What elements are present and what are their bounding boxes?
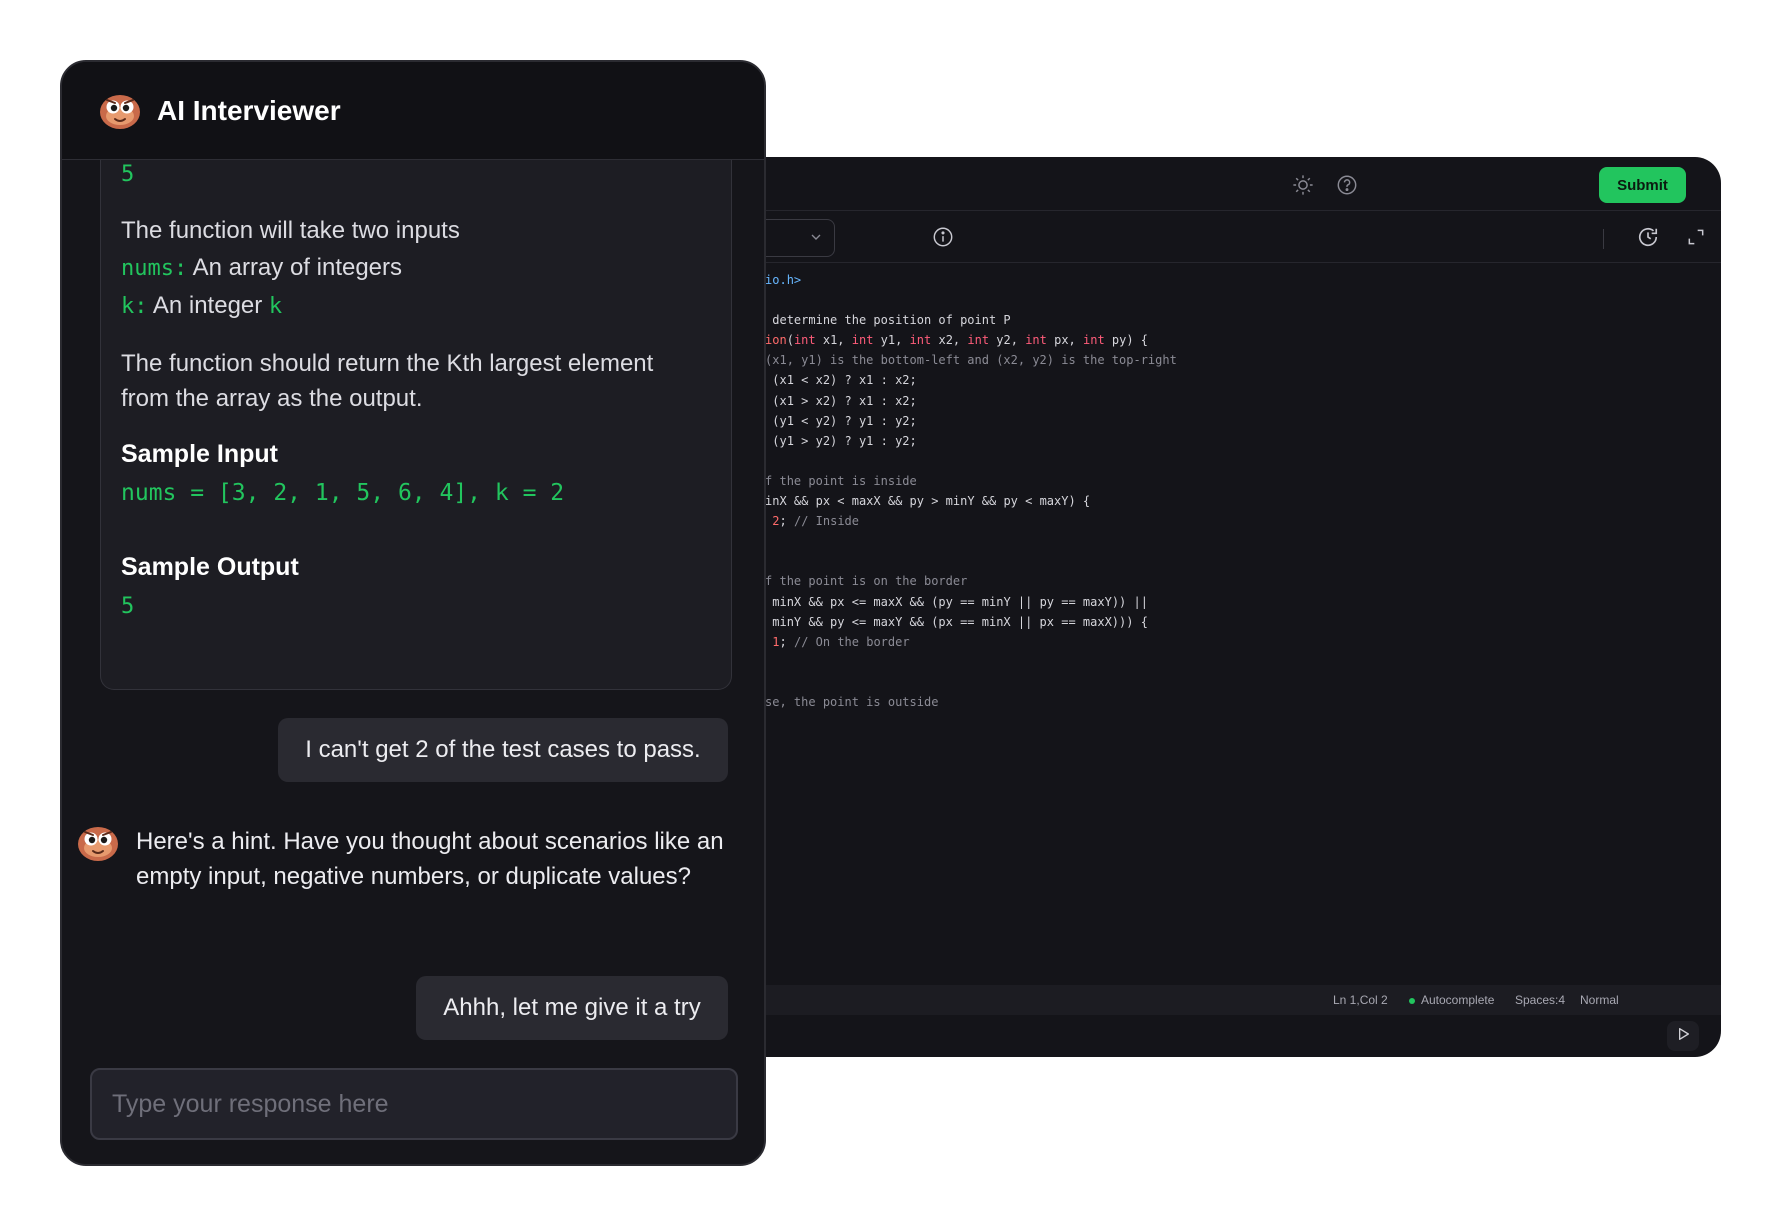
code-line: nt minX = (x1 < x2) ? x1 : x2;: [700, 373, 917, 388]
code-line: nt maxX = (x1 > x2) ? x1 : x2;: [700, 393, 917, 408]
cursor-position: Ln 1,Col 2: [1333, 993, 1388, 1007]
problem-intro: The function will take two inputs: [121, 217, 460, 244]
code-line: eturn 0;: [700, 712, 1721, 732]
param-name: nums:: [121, 256, 188, 281]
indentation-setting[interactable]: Spaces:4: [1515, 993, 1565, 1007]
submit-button[interactable]: Submit: [1599, 167, 1686, 203]
code-line: f (px > minX && px < maxX && py > minY &…: [700, 494, 1091, 509]
autocomplete-status[interactable]: Autocomplete: [1409, 993, 1494, 1007]
sun-icon[interactable]: [1290, 172, 1316, 198]
chat-title: AI Interviewer: [157, 95, 341, 126]
sample-input-heading: Sample Input: [121, 440, 278, 468]
sample-input-value: nums = [3, 2, 1, 5, 6, 4], k = 2: [121, 480, 565, 506]
return-description-line2: from the array as the output.: [121, 385, 423, 412]
user-message: Ahhh, let me give it a try: [416, 976, 728, 1040]
history-icon[interactable]: [1635, 224, 1661, 250]
problem-top-value: 5: [121, 162, 135, 187]
problem-statement-card: 5 The function will take two inputs nums…: [100, 160, 732, 690]
chevron-down-icon: [808, 229, 824, 250]
sample-output-value: 5: [121, 594, 135, 619]
code-line: / Check if the point is inside: [700, 473, 917, 488]
editor-mode[interactable]: Normal: [1580, 993, 1619, 1007]
code-line: lude <stdio.h>: [700, 273, 802, 287]
param-k: k: An integer k: [121, 288, 282, 324]
chat-header: AI Interviewer: [62, 62, 764, 160]
code-line: f ((px >= minX && px <= maxX && (py == m…: [700, 594, 1148, 609]
code-line: / Otherwise, the point is outside: [700, 694, 939, 709]
param-desc: An integer: [147, 292, 269, 319]
code-area[interactable]: lude <stdio.h> nction to determine the p…: [700, 263, 1721, 981]
code-line: nt minY = (y1 < y2) ? y1 : y2;: [700, 413, 917, 428]
code-line: nction to determine the position of poin…: [700, 313, 1011, 328]
expand-icon[interactable]: [1683, 224, 1709, 250]
response-input[interactable]: [90, 1068, 738, 1140]
toolbar-divider: [1603, 229, 1604, 249]
code-line: nt maxY = (y1 > y2) ? y1 : y2;: [700, 433, 917, 448]
code-editor-window: Submit lude <stdio.h> nction to determin…: [700, 157, 1721, 1057]
param-nums: nums: An array of integers: [121, 250, 402, 286]
results-bar: ults: [700, 1015, 1721, 1057]
sample-output-heading: Sample Output: [121, 553, 299, 581]
run-button[interactable]: [1667, 1021, 1699, 1051]
param-desc: An array of integers: [187, 254, 403, 281]
code-line: ointPosition(int x1, int y1, int x2, int…: [700, 333, 1149, 348]
user-message: I can't get 2 of the test cases to pass.: [278, 718, 728, 782]
status-dot-icon: [1409, 997, 1415, 1004]
editor-top-bar: Submit: [700, 157, 1721, 211]
editor-status-bar: Ln 1,Col 2 Autocomplete Spaces:4 Normal: [700, 985, 1721, 1015]
help-icon[interactable]: [1334, 172, 1360, 198]
code-line: / Ensure (x1, y1) is the bottom-left and…: [700, 353, 1177, 368]
editor-toolbar: [700, 211, 1721, 263]
return-description-line1: The function should return the Kth large…: [121, 350, 654, 377]
play-icon: [1675, 1026, 1691, 1047]
chat-window: AI Interviewer 5 The function will take …: [60, 60, 766, 1166]
info-icon[interactable]: [930, 224, 956, 250]
param-name: k:: [121, 294, 148, 319]
code-line: / Check if the point is on the border: [700, 574, 968, 589]
ai-message: Here's a hint. Have you thought about sc…: [136, 828, 724, 890]
code-line: return 1; // On the border: [722, 634, 910, 649]
ai-avatar-icon: [98, 90, 142, 130]
code-line: return 2; // Inside: [722, 514, 859, 529]
code-line: (py >= minY && py <= maxY && (px == minX…: [700, 614, 1148, 629]
autocomplete-label: Autocomplete: [1421, 993, 1495, 1007]
ai-avatar-icon: [76, 822, 120, 862]
param-var: k: [268, 294, 283, 319]
